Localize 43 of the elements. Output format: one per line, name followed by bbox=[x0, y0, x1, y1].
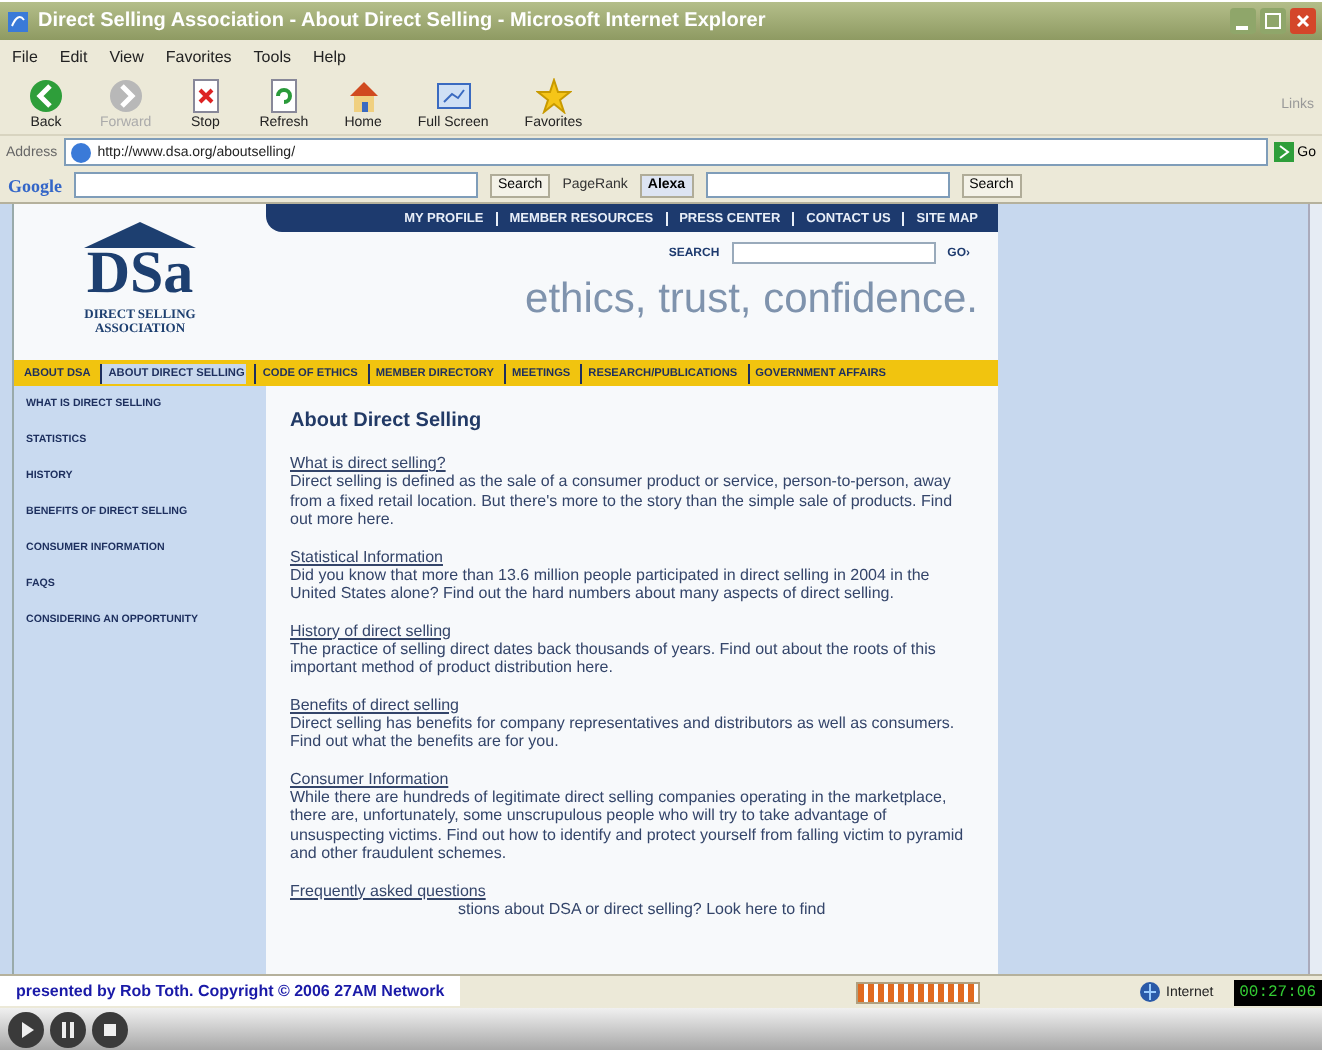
section-text: Direct selling is defined as the sale of a consumer product or service, person-to-person, away from a fixed retail location. But there's more to the story than the simple sale of products. Find out more here. bbox=[290, 472, 955, 529]
window-title: Direct Selling Association - About Direct Selling - Microsoft Internet Explorer bbox=[38, 10, 768, 32]
menu-item[interactable]: Tools bbox=[253, 48, 291, 66]
search-field[interactable] bbox=[731, 242, 936, 264]
screen-icon bbox=[435, 78, 472, 114]
section-text: While there are hundreds of legitimate direct selling companies operating in the marketplace, there are, unfortunately, some unscrupulous people who will try to take advantage of unsuspecting victims. Find out how to identify and protect yourself from falling victim to pyramid and other fraudulent schemes. bbox=[290, 787, 966, 863]
section-text: Did you know that more than 13.6 million people participated in direct selling in 2004 in the United States alone? Find out the hard numbers about many aspects of direct selling. bbox=[290, 565, 932, 603]
search-field[interactable] bbox=[74, 172, 478, 198]
section-link[interactable]: History of direct selling bbox=[290, 621, 974, 639]
section-link[interactable]: What is direct selling? bbox=[290, 454, 974, 472]
menu-item[interactable]: View bbox=[109, 48, 144, 66]
home-icon bbox=[345, 78, 382, 114]
caption-text: presented by Rob Toth. Copyright © 2006 27AM Network bbox=[0, 976, 461, 1006]
play-button[interactable] bbox=[8, 1011, 44, 1047]
time-display: 00:27:06 bbox=[1233, 979, 1322, 1005]
logo-mark: DSa bbox=[86, 248, 194, 300]
section-link[interactable]: Benefits of direct selling bbox=[290, 695, 974, 713]
minimize-button[interactable] bbox=[1230, 8, 1256, 34]
section-link[interactable]: Consumer Information bbox=[290, 769, 974, 787]
star-icon bbox=[535, 78, 572, 114]
tagline: ethics, trust, confidence. bbox=[523, 276, 980, 324]
section-text: stions about DSA or direct selling? Look here to find bbox=[458, 899, 828, 918]
page-cross-icon bbox=[187, 78, 224, 114]
menu-item[interactable]: Edit bbox=[59, 48, 88, 66]
browser-icon bbox=[6, 9, 30, 33]
section-text: The practice of selling direct dates back thousands of years. Find out about the roots of this important method of product distribution here. bbox=[290, 639, 938, 677]
stop-button[interactable] bbox=[92, 1011, 128, 1047]
page-refresh-icon bbox=[265, 78, 302, 114]
maximize-button[interactable] bbox=[1260, 8, 1286, 34]
pause-button[interactable] bbox=[50, 1011, 86, 1047]
roof-icon bbox=[80, 220, 200, 248]
arrow-icon bbox=[1273, 142, 1294, 162]
section-text: Direct selling has benefits for company representatives and distributors as well as consumers. Find out what the benefits are for you. bbox=[290, 713, 957, 751]
scrollbar[interactable] bbox=[1308, 204, 1322, 974]
menu-item[interactable]: File bbox=[12, 48, 38, 66]
section-link[interactable]: Statistical Information bbox=[290, 547, 974, 565]
google-logo[interactable]: Google bbox=[8, 175, 62, 195]
page-heading: About Direct Selling bbox=[290, 410, 484, 432]
section-link[interactable]: Frequently asked questions bbox=[290, 881, 974, 899]
search-field[interactable] bbox=[705, 172, 950, 198]
menu-item[interactable]: Help bbox=[312, 48, 346, 66]
menu-item[interactable]: Favorites bbox=[165, 48, 232, 66]
close-button[interactable] bbox=[1290, 8, 1316, 34]
